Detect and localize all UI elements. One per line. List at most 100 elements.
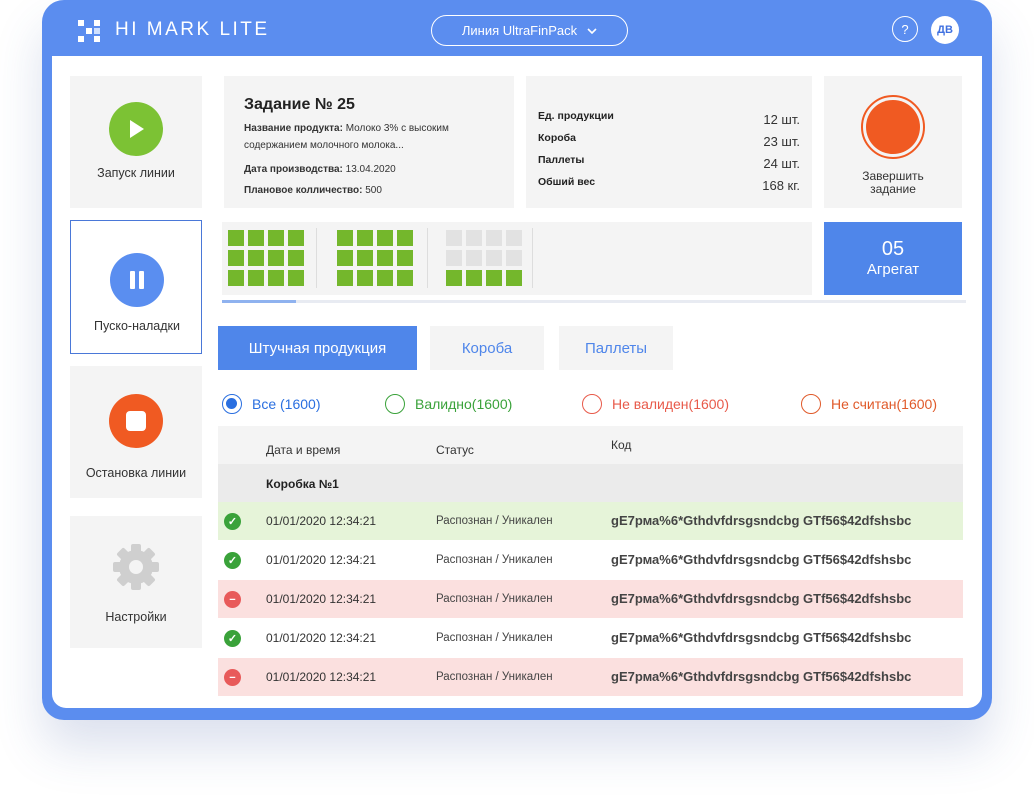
grid-cell: [466, 230, 482, 246]
start-line-button[interactable]: Запуск линии: [70, 76, 202, 208]
grid-cell: [268, 270, 284, 286]
stat-label: Паллеты: [538, 154, 585, 166]
table-row[interactable]: ✓ 01/01/2020 12:34:21 Распознан / Уникал…: [218, 541, 963, 579]
box-grid-3: [446, 230, 522, 286]
grid-cell: [268, 250, 284, 266]
settings-button[interactable]: Настройки: [70, 516, 202, 648]
finish-label-line2: задание: [870, 182, 916, 196]
stop-line-button[interactable]: Остановка линии: [70, 366, 202, 498]
stop-icon: [109, 394, 163, 448]
grid-cell: [228, 230, 244, 246]
table-row[interactable]: − 01/01/2020 12:34:21 Распознан / Уникал…: [218, 580, 963, 618]
grid-cell: [466, 270, 482, 286]
grid-cell: [357, 230, 373, 246]
play-icon: [109, 102, 163, 156]
task-product: Название продукта: Молоко 3% с высоким с…: [244, 120, 449, 154]
row-datetime: 01/01/2020 12:34:21: [266, 631, 377, 645]
tab-boxes[interactable]: Короба: [430, 326, 544, 370]
stat-label: Обший вес: [538, 176, 596, 188]
radio-icon[interactable]: [801, 394, 821, 414]
start-line-label: Запуск линии: [97, 166, 175, 180]
radio-icon[interactable]: [385, 394, 405, 414]
column-status: Статус: [436, 443, 474, 457]
record-icon: [861, 95, 925, 159]
filter-valid-label: Валидно(1600): [415, 396, 513, 412]
filter-invalid-label: Не валиден(1600): [612, 396, 729, 412]
check-icon: ✓: [224, 630, 241, 647]
aggregate-panel: 05 Агрегат: [824, 222, 962, 295]
row-status: Распознан / Уникален: [436, 671, 553, 683]
task-date: Дата производства: 13.04.2020: [244, 161, 396, 178]
main-content: Запуск линии Пуско-наладки Остановка лин…: [52, 56, 982, 708]
line-selector-label: Линия UltraFinPack: [461, 23, 578, 38]
aggregate-label: Агрегат: [866, 261, 920, 278]
filter-all[interactable]: Все (1600): [222, 394, 320, 414]
table-row[interactable]: ✓ 01/01/2020 12:34:21 Распознан / Уникал…: [218, 502, 963, 540]
planned-value: 500: [365, 185, 382, 196]
task-title: Задание № 25: [244, 96, 355, 113]
stop-line-label: Остановка линии: [85, 466, 187, 480]
table-row[interactable]: − 01/01/2020 12:34:21 Распознан / Уникал…: [218, 658, 963, 696]
filter-invalid[interactable]: Не валиден(1600): [582, 394, 729, 414]
filter-valid[interactable]: Валидно(1600): [385, 394, 512, 414]
grid-cell: [268, 230, 284, 246]
grid-cell: [377, 230, 393, 246]
check-icon: ✓: [224, 552, 241, 569]
box-grid-1: [228, 230, 304, 286]
stats-card: Ед. продукции 12 шт. Короба 23 шт. Палле…: [526, 76, 812, 208]
row-status: Распознан / Уникален: [436, 593, 553, 605]
date-value: 13.04.2020: [345, 164, 396, 175]
finish-task-button[interactable]: Завершить задание: [824, 76, 962, 208]
filter-not-read[interactable]: Не считан(1600): [801, 394, 937, 414]
stat-value: 23 шт.: [763, 134, 800, 149]
logo-icon: [78, 20, 100, 42]
grid-cell: [377, 250, 393, 266]
grid-cell: [357, 270, 373, 286]
line-selector[interactable]: Линия UltraFinPack: [431, 15, 628, 46]
grid-cell: [397, 230, 413, 246]
minus-icon: −: [224, 591, 241, 608]
grid-cell: [486, 250, 502, 266]
grid-cell: [506, 250, 522, 266]
group-row-box[interactable]: Коробка №1: [218, 464, 963, 502]
stat-label: Короба: [538, 132, 576, 144]
grid-cell: [446, 250, 462, 266]
row-code: gE7рма%6*Gthdvfdrsgsndcbg GTf56$42dfshsb…: [611, 513, 912, 528]
task-planned: Плановое колличество: 500: [244, 182, 382, 199]
tab-items[interactable]: Штучная продукция: [218, 326, 417, 370]
grid-cell: [446, 270, 462, 286]
stat-label: Ед. продукции: [538, 110, 614, 122]
progress-fill: [222, 300, 297, 303]
grid-divider: [316, 228, 317, 288]
row-datetime: 01/01/2020 12:34:21: [266, 514, 377, 528]
commissioning-label: Пуско-наладки: [94, 319, 180, 333]
column-datetime: Дата и время: [266, 443, 341, 457]
grid-cell: [337, 230, 353, 246]
column-code: Код: [611, 438, 632, 452]
row-datetime: 01/01/2020 12:34:21: [266, 553, 377, 567]
aggregate-number: 05: [881, 238, 905, 260]
grid-cell: [248, 250, 264, 266]
row-status: Распознан / Уникален: [436, 632, 553, 644]
user-avatar[interactable]: ДВ: [931, 16, 959, 44]
commissioning-button[interactable]: Пуско-наладки: [70, 220, 202, 354]
grid-cell: [486, 230, 502, 246]
finish-task-label: Завершить задание: [824, 170, 962, 196]
finish-label-line1: Завершить: [862, 169, 924, 183]
task-card: Задание № 25 Название продукта: Молоко 3…: [224, 76, 514, 208]
tab-pallets[interactable]: Паллеты: [559, 326, 673, 370]
grid-cell: [506, 270, 522, 286]
table-row[interactable]: ✓ 01/01/2020 12:34:21 Распознан / Уникал…: [218, 619, 963, 657]
row-datetime: 01/01/2020 12:34:21: [266, 670, 377, 684]
grid-cell: [397, 270, 413, 286]
product-value-line2: содержанием молочного молока...: [244, 140, 404, 151]
date-label: Дата производства:: [244, 164, 343, 175]
radio-icon[interactable]: [582, 394, 602, 414]
grid-cell: [397, 250, 413, 266]
grid-cell: [228, 250, 244, 266]
row-code: gE7рма%6*Gthdvfdrsgsndcbg GTf56$42dfshsb…: [611, 630, 912, 645]
grid-cell: [486, 270, 502, 286]
row-status: Распознан / Уникален: [436, 554, 553, 566]
radio-selected-icon[interactable]: [222, 394, 242, 414]
help-button[interactable]: ?: [892, 16, 918, 42]
